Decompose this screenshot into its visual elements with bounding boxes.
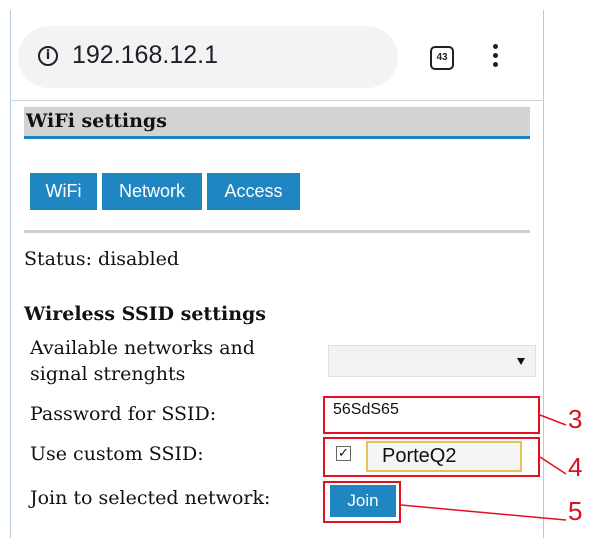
callout-number-4: 4 bbox=[568, 452, 583, 482]
callout-number-3: 3 bbox=[568, 404, 583, 434]
callout-leaders bbox=[400, 414, 567, 521]
callout-number-5: 5 bbox=[568, 496, 583, 526]
